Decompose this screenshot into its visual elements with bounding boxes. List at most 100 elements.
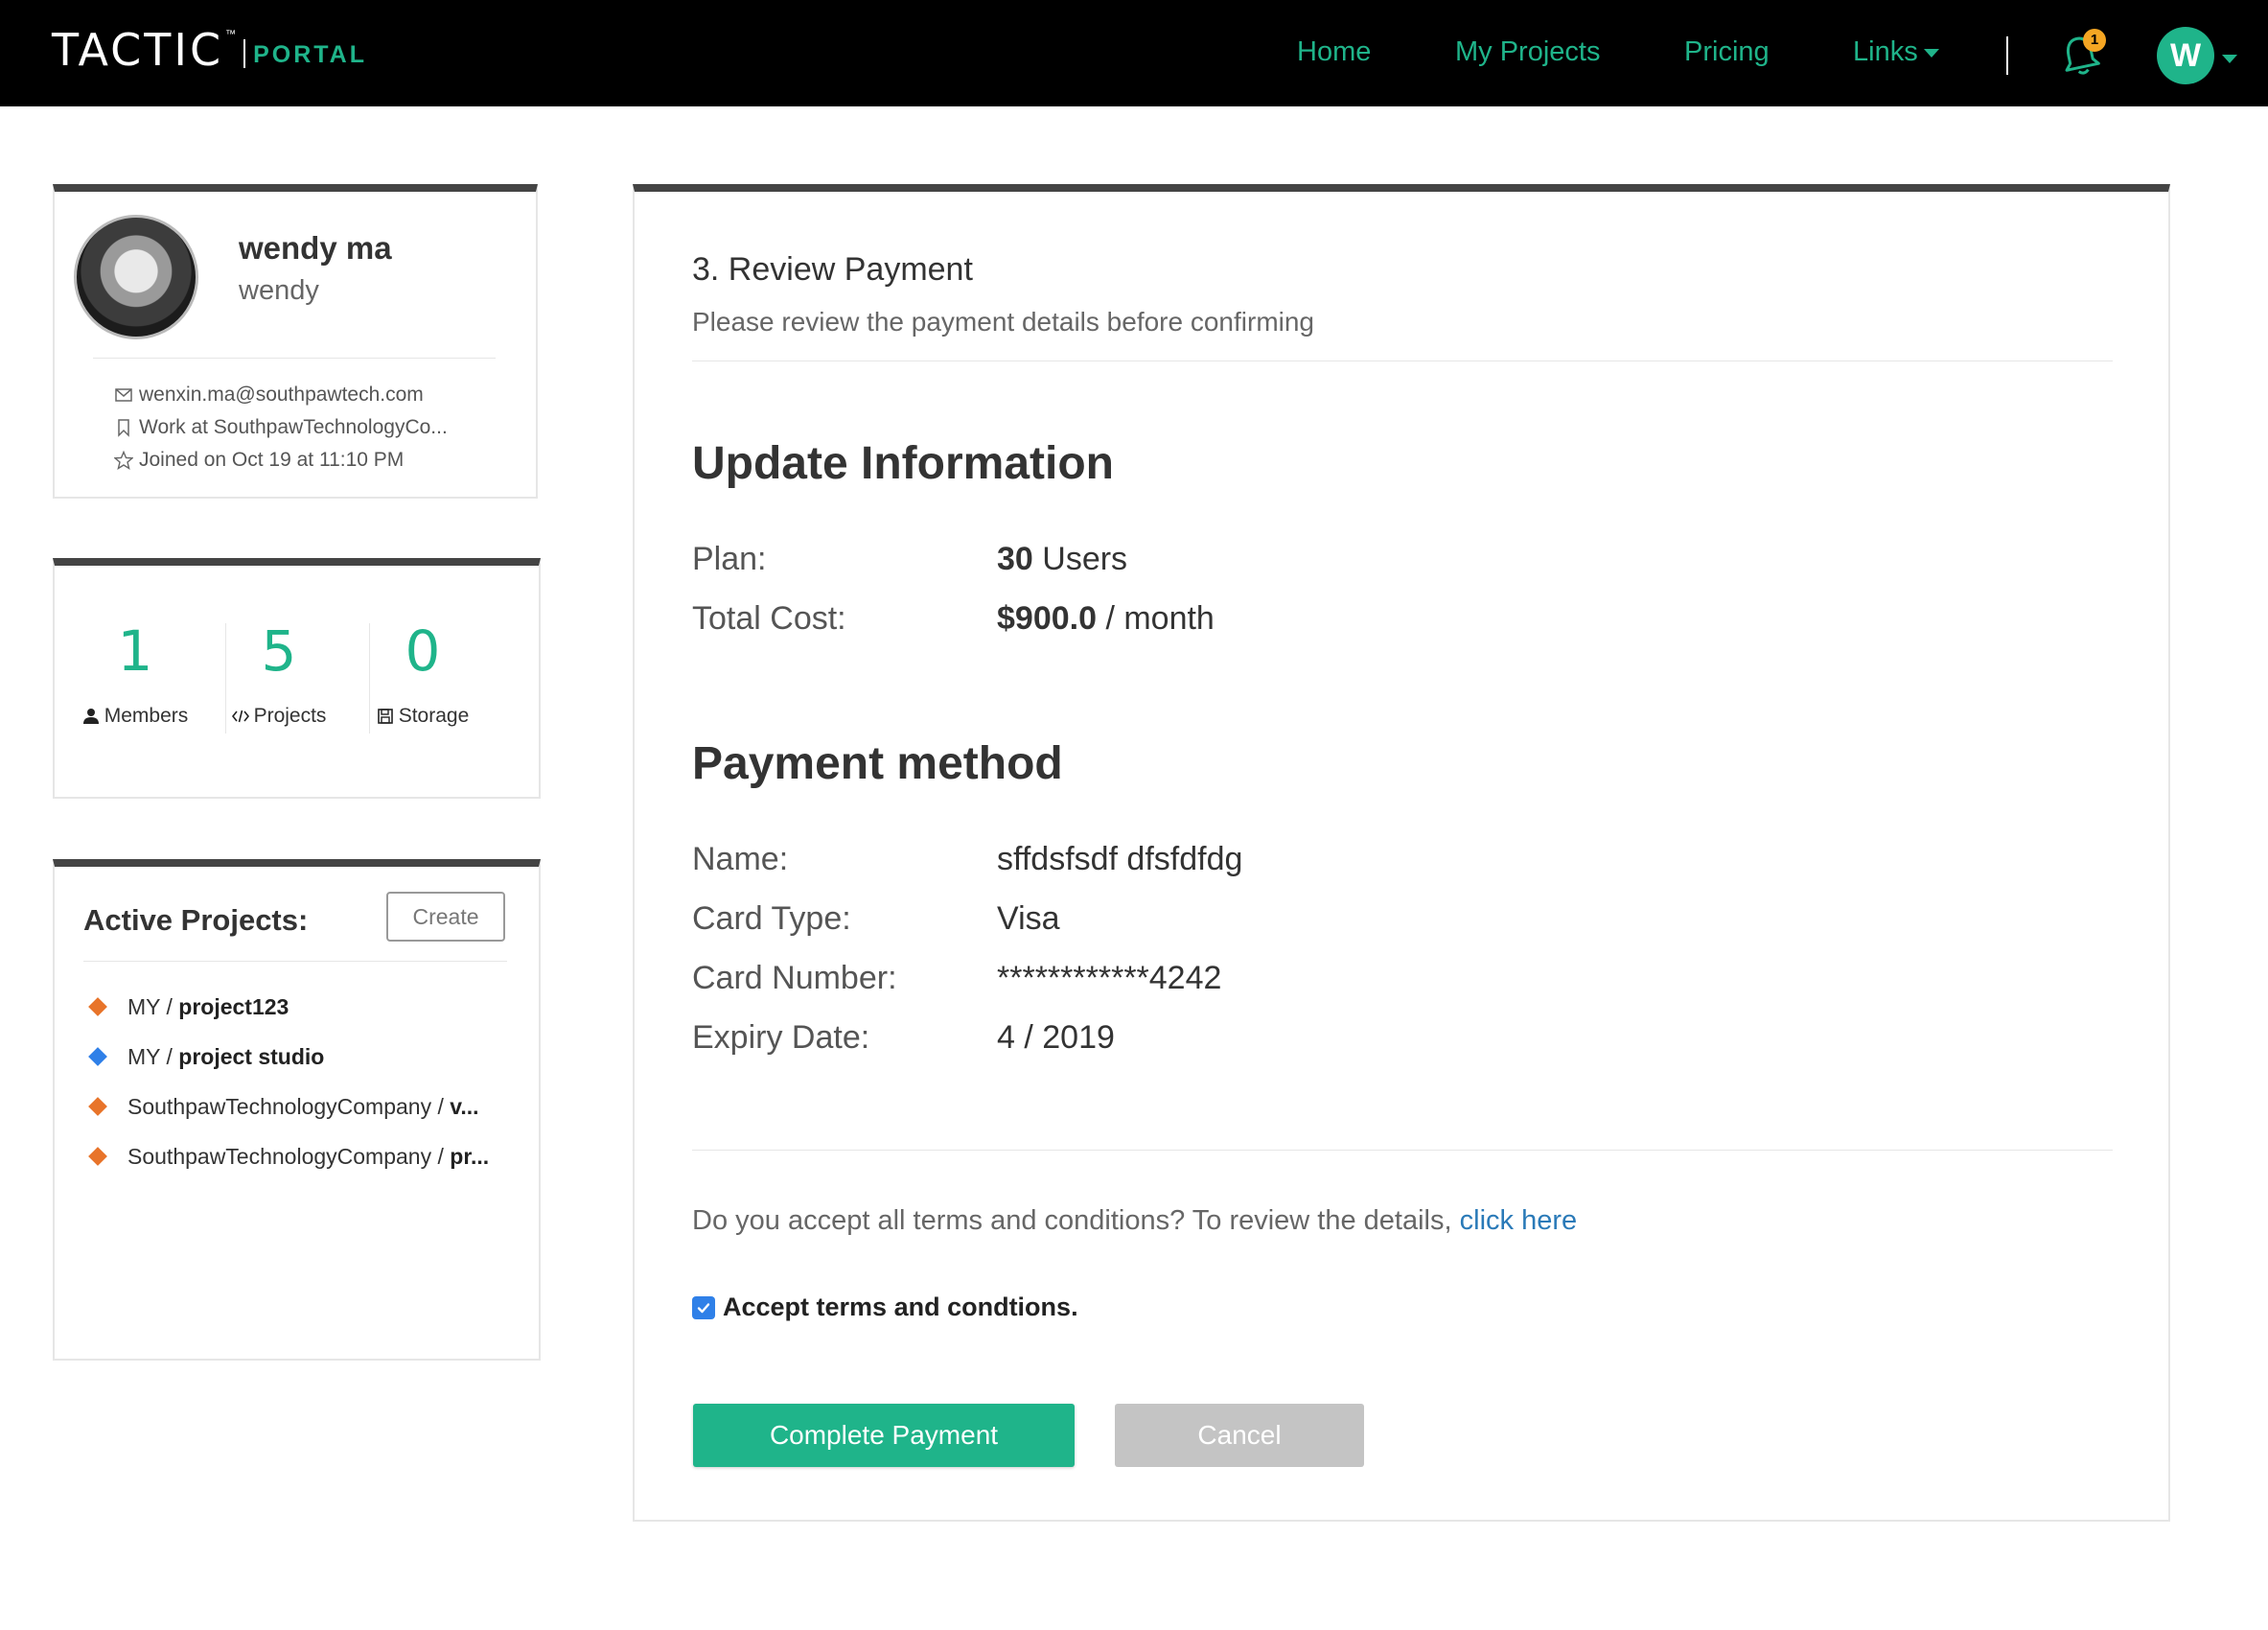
complete-payment-button[interactable]: Complete Payment xyxy=(693,1404,1075,1467)
nav-divider xyxy=(2006,36,2008,75)
checkmark-icon xyxy=(697,1302,710,1313)
nav-home-link[interactable]: Home xyxy=(1297,36,1371,68)
card-type-label: Card Type: xyxy=(692,900,851,937)
profile-work-row: Work at SouthpawTechnologyCo... xyxy=(114,416,448,439)
logo-subtext: PORTAL xyxy=(253,40,368,68)
bookmark-icon xyxy=(118,419,129,437)
divider xyxy=(93,358,496,359)
profile-email: wenxin.ma@southpawtech.com xyxy=(139,384,424,406)
top-navbar: TACTIC ™ PORTAL Home My Projects Pricing… xyxy=(0,0,2268,106)
diamond-icon xyxy=(88,1147,107,1166)
tactic-portal-logo[interactable]: TACTIC ™ PORTAL xyxy=(52,21,367,79)
project-list: MY / project123 MY / project studio Sout… xyxy=(87,982,509,1181)
total-cost-amount: $900.0 xyxy=(997,600,1097,637)
stat-projects-value: 5 xyxy=(261,618,297,684)
project-item[interactable]: MY / project studio xyxy=(87,1032,509,1082)
update-information-heading: Update Information xyxy=(692,438,1114,489)
stats-card: 1 Members 5 Projects 0 Storage xyxy=(53,558,541,799)
save-icon xyxy=(377,709,393,724)
expiry-date-value: 4 / 2019 xyxy=(997,1019,1115,1056)
nav-my-projects-link[interactable]: My Projects xyxy=(1455,36,1600,68)
project-owner: SouthpawTechnologyCompany / xyxy=(127,1143,451,1169)
chevron-down-icon[interactable] xyxy=(2222,55,2237,63)
plan-label: Plan: xyxy=(692,541,767,577)
profile-joined: Joined on Oct 19 at 11:10 PM xyxy=(139,449,405,471)
diamond-icon xyxy=(88,1097,107,1116)
stat-projects[interactable]: 5 Projects xyxy=(207,618,351,728)
plan-users-count: 30 xyxy=(997,541,1033,577)
logo-trademark: ™ xyxy=(225,29,237,40)
project-item-text: SouthpawTechnologyCompany / pr... xyxy=(127,1144,489,1170)
project-name: project studio xyxy=(178,1043,325,1069)
stat-storage[interactable]: 0 Storage xyxy=(351,618,495,728)
chevron-down-icon xyxy=(1923,48,1939,58)
total-cost-period: / month xyxy=(1097,600,1215,637)
stat-projects-label: Projects xyxy=(253,705,327,727)
plan-value: 30 Users xyxy=(997,541,1127,578)
project-owner: MY / xyxy=(127,993,179,1019)
terms-question: Do you accept all terms and conditions? … xyxy=(692,1205,1577,1237)
stat-storage-value: 0 xyxy=(405,618,441,684)
accept-terms-label[interactable]: Accept terms and condtions. xyxy=(723,1292,1078,1322)
project-item-text: SouthpawTechnologyCompany / v... xyxy=(127,1094,479,1120)
review-payment-card: 3. Review Payment Please review the paym… xyxy=(633,184,2170,1522)
total-cost-label: Total Cost: xyxy=(692,600,846,637)
star-icon xyxy=(114,451,133,470)
logo-text: TACTIC xyxy=(52,24,224,76)
project-owner: SouthpawTechnologyCompany / xyxy=(127,1093,451,1119)
stat-storage-label: Storage xyxy=(398,705,470,727)
profile-avatar xyxy=(74,215,198,339)
step-title: 3. Review Payment xyxy=(692,251,973,288)
active-projects-card: Active Projects: Create MY / project123 … xyxy=(53,859,541,1361)
project-name: v... xyxy=(450,1093,479,1119)
project-item[interactable]: MY / project123 xyxy=(87,982,509,1032)
cancel-button[interactable]: Cancel xyxy=(1115,1404,1364,1467)
profile-name: wendy ma xyxy=(239,230,392,266)
step-subtitle: Please review the payment details before… xyxy=(692,307,1315,337)
nav-links-dropdown[interactable]: Links xyxy=(1853,36,1939,68)
user-avatar-button[interactable]: W xyxy=(2157,27,2214,84)
nav-pricing-link[interactable]: Pricing xyxy=(1684,36,1770,68)
accept-terms-row[interactable]: Accept terms and condtions. xyxy=(692,1292,1078,1322)
card-name-value: sffdsfsdf dfsfdfdg xyxy=(997,841,1243,877)
stat-members-label: Members xyxy=(104,705,189,727)
terms-question-text: Do you accept all terms and conditions? … xyxy=(692,1205,1460,1236)
project-item[interactable]: SouthpawTechnologyCompany / v... xyxy=(87,1082,509,1131)
stat-members-value: 1 xyxy=(117,618,153,684)
logo-separator xyxy=(243,39,246,68)
stat-members[interactable]: 1 Members xyxy=(63,618,207,728)
payment-method-heading: Payment method xyxy=(692,738,1063,789)
divider xyxy=(83,961,507,962)
user-icon xyxy=(82,709,99,724)
diamond-icon xyxy=(88,997,107,1016)
stat-projects-label-row: Projects xyxy=(207,705,351,728)
terms-review-link[interactable]: click here xyxy=(1460,1205,1578,1236)
profile-username: wendy xyxy=(239,275,319,306)
card-number-label: Card Number: xyxy=(692,960,897,996)
stat-storage-label-row: Storage xyxy=(351,705,495,728)
envelope-icon xyxy=(115,388,132,402)
profile-joined-row: Joined on Oct 19 at 11:10 PM xyxy=(114,449,404,472)
profile-card: wendy ma wendy wenxin.ma@southpawtech.co… xyxy=(53,184,538,499)
create-project-button[interactable]: Create xyxy=(386,892,505,942)
project-item-text: MY / project studio xyxy=(127,1044,324,1070)
total-cost-value: $900.0 / month xyxy=(997,600,1215,638)
plan-users-unit: Users xyxy=(1032,541,1128,577)
card-name-label: Name: xyxy=(692,841,789,877)
profile-work: Work at SouthpawTechnologyCo... xyxy=(139,416,448,438)
expiry-date-label: Expiry Date: xyxy=(692,1019,870,1056)
code-icon xyxy=(231,710,249,723)
project-name: pr... xyxy=(450,1143,490,1169)
stat-members-label-row: Members xyxy=(63,705,207,728)
diamond-icon xyxy=(88,1047,107,1066)
profile-email-row: wenxin.ma@southpawtech.com xyxy=(114,384,424,407)
project-item[interactable]: SouthpawTechnologyCompany / pr... xyxy=(87,1131,509,1181)
notification-badge: 1 xyxy=(2083,29,2106,52)
nav-links-label: Links xyxy=(1853,36,1918,67)
project-owner: MY / xyxy=(127,1043,179,1069)
project-name: project123 xyxy=(178,993,289,1019)
accept-terms-checkbox[interactable] xyxy=(692,1295,715,1319)
card-number-value: ************4242 xyxy=(997,960,1222,996)
card-type-value: Visa xyxy=(997,900,1060,937)
active-projects-title: Active Projects: xyxy=(83,903,309,937)
